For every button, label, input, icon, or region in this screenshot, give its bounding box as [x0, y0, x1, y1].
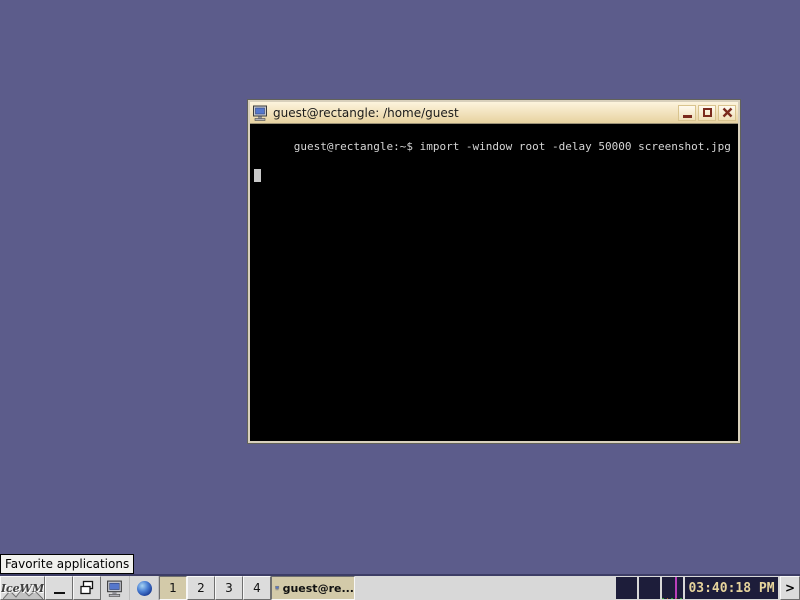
close-icon [722, 107, 732, 118]
cpu-activity-spike [675, 577, 677, 599]
taskbar: IceWM 1 2 3 4 guest@re... 03:40:18 PM > [0, 574, 800, 600]
windows-cascade-icon [80, 580, 94, 595]
terminal-monitor-icon [252, 105, 269, 121]
terminal-cursor [254, 169, 261, 182]
start-menu-button[interactable]: IceWM [0, 576, 45, 600]
window-list-button[interactable] [73, 576, 101, 600]
taskbar-clock: 03:40:18 PM [685, 577, 778, 599]
terminal-monitor-icon [107, 580, 122, 597]
terminal-launcher-button[interactable] [101, 576, 130, 600]
icewm-logo: IceWM [0, 581, 45, 595]
window-controls [678, 104, 736, 121]
show-desktop-button[interactable] [45, 576, 73, 600]
workspace-button-1[interactable]: 1 [159, 576, 187, 600]
workspace-button-2[interactable]: 2 [187, 576, 215, 600]
net-monitor-applet [639, 577, 660, 599]
workspace-button-3[interactable]: 3 [215, 576, 243, 600]
maximize-icon [702, 108, 712, 117]
taskbar-spacer [355, 576, 616, 600]
close-button[interactable] [718, 104, 736, 121]
terminal-screen[interactable]: guest@rectangle:~$ import -window root -… [250, 124, 738, 441]
maximize-button[interactable] [698, 104, 716, 121]
globe-icon [136, 580, 152, 596]
tooltip-favorite-applications: Favorite applications [0, 554, 135, 574]
task-button-label: guest@re... [282, 581, 354, 595]
taskbar-expand-button[interactable]: > [780, 576, 800, 600]
terminal-window: guest@rectangle: /home/guest guest@recta… [248, 100, 740, 443]
cpu-monitor-applet [662, 577, 683, 599]
underscore-icon [53, 592, 65, 594]
minimize-icon [682, 115, 692, 118]
terminal-monitor-icon [275, 585, 280, 591]
net-monitor-applet [616, 577, 637, 599]
browser-launcher-button[interactable] [130, 576, 159, 600]
window-title: guest@rectangle: /home/guest [273, 105, 459, 120]
window-titlebar[interactable]: guest@rectangle: /home/guest [250, 102, 738, 124]
cpu-activity-baseline [662, 598, 683, 599]
workspace-button-4[interactable]: 4 [243, 576, 271, 600]
terminal-prompt-line: guest@rectangle:~$ import -window root -… [293, 140, 731, 153]
minimize-button[interactable] [678, 104, 696, 121]
taskbar-task-button[interactable]: guest@re... [271, 576, 355, 600]
desktop[interactable]: guest@rectangle: /home/guest guest@recta… [0, 0, 800, 600]
